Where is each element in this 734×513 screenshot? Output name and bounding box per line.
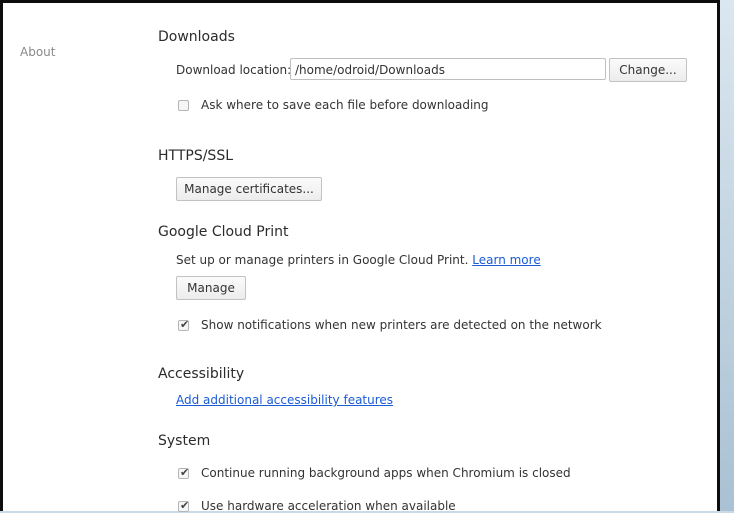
ask-where-label: Ask where to save each file before downl…: [201, 98, 489, 112]
check-icon: ✔: [180, 318, 190, 331]
printer-notifications-checkbox[interactable]: ✔: [178, 318, 190, 331]
cloud-print-description: Set up or manage printers in Google Clou…: [176, 253, 541, 267]
manage-printers-button[interactable]: Manage: [176, 276, 246, 300]
check-icon: ✔: [180, 466, 190, 479]
background-apps-label: Continue running background apps when Ch…: [201, 466, 571, 480]
ask-where-checkbox[interactable]: [178, 100, 189, 111]
desktop-background: [720, 0, 734, 511]
hardware-acceleration-checkbox[interactable]: ✔: [178, 499, 190, 512]
change-button[interactable]: Change...: [609, 58, 687, 82]
manage-certificates-button[interactable]: Manage certificates...: [176, 177, 322, 201]
sidebar-item-about[interactable]: About: [20, 45, 55, 59]
section-title-https: HTTPS/SSL: [158, 148, 234, 164]
section-title-cloud-print: Google Cloud Print: [158, 224, 289, 240]
section-title-system: System: [158, 433, 211, 449]
section-title-downloads: Downloads: [158, 29, 235, 45]
settings-window: About Downloads Download location: /home…: [0, 0, 720, 513]
download-location-label: Download location:: [176, 63, 292, 77]
section-title-accessibility: Accessibility: [158, 366, 245, 382]
learn-more-link[interactable]: Learn more: [472, 253, 540, 267]
check-icon: ✔: [180, 499, 190, 512]
download-location-field[interactable]: /home/odroid/Downloads: [290, 58, 606, 80]
cloud-print-description-text: Set up or manage printers in Google Clou…: [176, 253, 469, 267]
printer-notifications-label: Show notifications when new printers are…: [201, 318, 602, 332]
background-apps-checkbox[interactable]: ✔: [178, 466, 190, 479]
accessibility-features-link[interactable]: Add additional accessibility features: [176, 393, 393, 407]
